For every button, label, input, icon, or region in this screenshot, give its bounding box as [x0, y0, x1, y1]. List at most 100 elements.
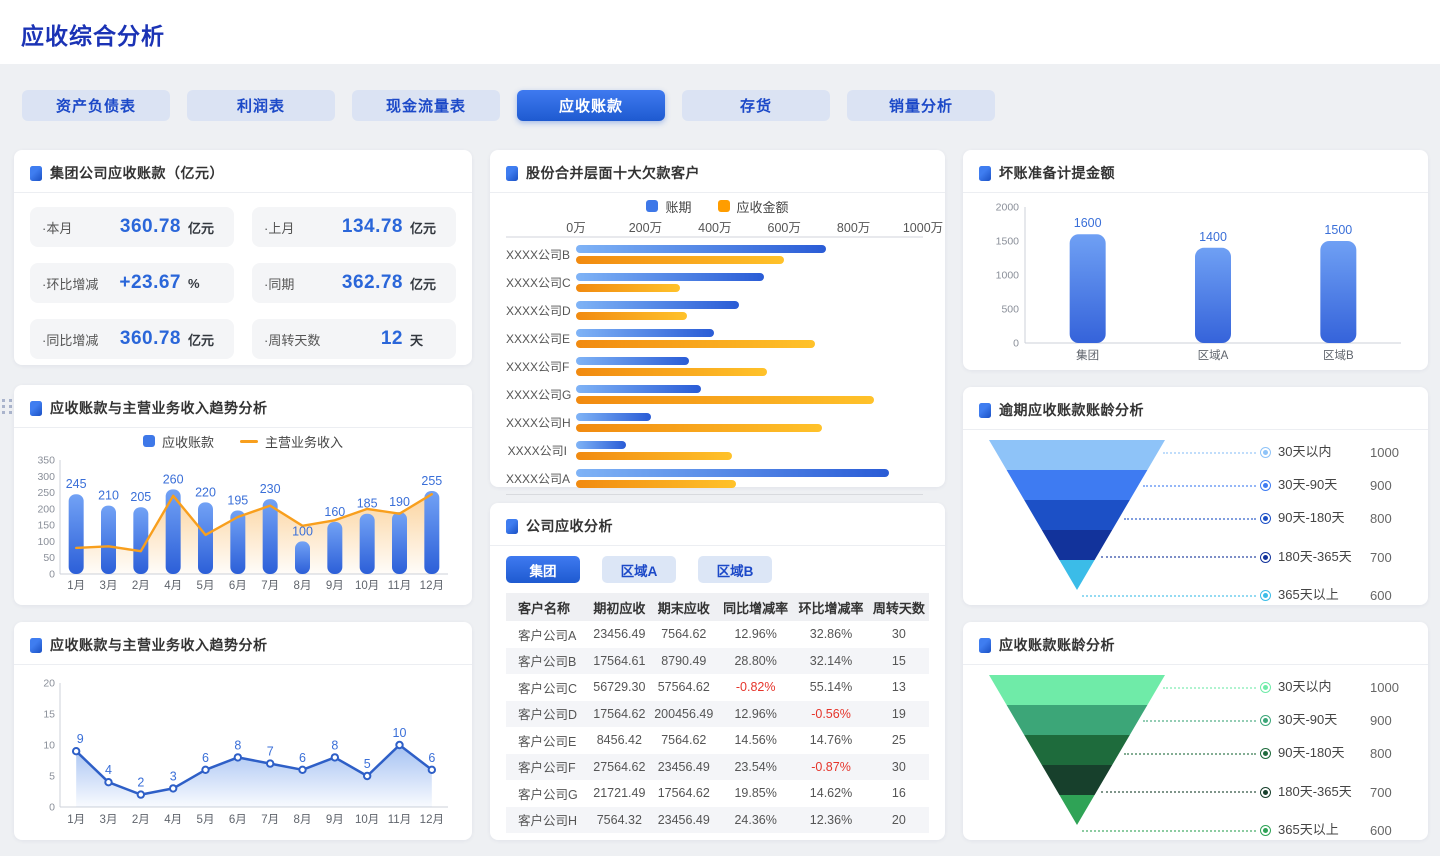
debtors-chart: 0万200万400万600万800万1000万XXXX公司BXXXX公司CXXX… [506, 217, 929, 516]
top-bar: 应收综合分析 [0, 0, 1440, 64]
panel-icon [506, 166, 518, 181]
svg-text:0: 0 [1013, 338, 1019, 350]
debtor-row: XXXX公司E [506, 324, 923, 352]
svg-text:11月: 11月 [388, 580, 411, 592]
trend-combo-chart: 0501001502002503003502452102052602201952… [30, 452, 456, 609]
trend-combo-legend: 应收账款主营业务收入 [30, 430, 456, 452]
svg-text:9月: 9月 [326, 814, 344, 826]
svg-text:210: 210 [98, 489, 119, 503]
table-row: 客户公司B17564.618790.4928.80%32.14%15 [506, 648, 929, 675]
panel-icon [30, 166, 42, 181]
tab-6[interactable]: 销量分析 [847, 90, 995, 121]
svg-text:2: 2 [137, 776, 144, 790]
kpi-grid: ·本月360.78亿元·上月134.78亿元·环比增减+23.67%·同期362… [30, 207, 456, 359]
svg-text:5月: 5月 [197, 814, 215, 826]
panel-provision: 坏账准备计提金额 05001000150020001600集团1400区域A15… [963, 150, 1428, 370]
svg-text:10: 10 [393, 726, 407, 740]
svg-text:7: 7 [267, 745, 274, 759]
svg-text:4月: 4月 [164, 580, 182, 592]
funnel-legend-item: 180天-365天700 [1260, 535, 1410, 579]
region-tab-3[interactable]: 区域B [698, 556, 772, 583]
svg-text:5月: 5月 [197, 580, 215, 592]
svg-text:15: 15 [43, 709, 55, 721]
table-row: 客户公司F27564.6223456.4923.54%-0.87%30 [506, 754, 929, 781]
panel-icon [30, 401, 42, 416]
panel-title: 坏账准备计提金额 [999, 163, 1115, 183]
funnel-legend-item: 90天-180天800 [1260, 737, 1410, 770]
dashboard-page: 应收综合分析 资产负债表利润表现金流量表应收账款存货销量分析 集团公司应收账款（… [0, 0, 1440, 856]
svg-text:7月: 7月 [261, 580, 279, 592]
svg-text:6: 6 [428, 751, 435, 765]
svg-text:220: 220 [195, 485, 216, 499]
svg-text:6月: 6月 [229, 814, 247, 826]
svg-text:4: 4 [105, 763, 112, 777]
svg-text:50: 50 [43, 552, 55, 564]
svg-text:300: 300 [37, 471, 55, 483]
svg-text:6: 6 [299, 751, 306, 765]
svg-text:205: 205 [130, 490, 151, 504]
panel-overdue-funnel: 逾期应收账款账龄分析 30天以内100030天-90天90090天-180天80… [963, 387, 1428, 605]
funnel-legend-item: 180天-365天700 [1260, 770, 1410, 814]
svg-text:200: 200 [37, 503, 55, 515]
svg-text:1500: 1500 [996, 236, 1020, 248]
svg-text:230: 230 [260, 482, 281, 496]
debtors-top-axis: 0万200万400万600万800万1000万 [576, 217, 923, 234]
tab-2[interactable]: 利润表 [187, 90, 335, 121]
table-row: 客户公司G21721.4917564.6219.85%14.62%16 [506, 780, 929, 807]
svg-text:260: 260 [163, 472, 184, 486]
panel-title: 应收账款与主营业务收入趋势分析 [50, 635, 268, 655]
funnel-legend-item: 365天以上600 [1260, 579, 1410, 612]
debtor-row: XXXX公司H [506, 408, 923, 436]
svg-text:160: 160 [324, 505, 345, 519]
panel-top-debtors: 股份合并层面十大欠款客户 账期应收金额 0万200万400万600万800万10… [490, 150, 945, 487]
svg-text:10月: 10月 [355, 814, 379, 826]
table-row: 客户公司A23456.497564.6212.96%32.86%30 [506, 621, 929, 648]
svg-text:150: 150 [37, 520, 55, 532]
trend-line-chart: 0510152094236876851061月3月2月4月5月6月7月8月9月1… [30, 671, 456, 842]
svg-text:5: 5 [49, 771, 55, 783]
provision-chart: 05001000150020001600集团1400区域A1500区域B [979, 195, 1412, 376]
svg-text:6月: 6月 [229, 580, 247, 592]
tab-1[interactable]: 资产负债表 [22, 90, 170, 121]
drag-handle[interactable] [2, 399, 12, 414]
region-tabs: 集团区域A 区域B [506, 556, 929, 583]
svg-text:1000: 1000 [996, 270, 1020, 282]
funnel-legend-item: 90天-180天800 [1260, 502, 1410, 535]
debtors-legend: 账期应收金额 [506, 195, 929, 217]
funnel-legend-item: 30天以内1000 [1260, 436, 1410, 469]
debtor-row: XXXX公司F [506, 352, 923, 380]
funnel-legend-item: 30天以内1000 [1260, 671, 1410, 704]
tab-5[interactable]: 存货 [682, 90, 830, 121]
svg-text:8月: 8月 [294, 580, 312, 592]
svg-text:8月: 8月 [294, 814, 312, 826]
svg-text:350: 350 [37, 455, 55, 467]
table-row: 客户公司C56729.3057564.62-0.82%55.14%13 [506, 674, 929, 701]
page-title: 应收综合分析 [21, 17, 165, 51]
svg-text:245: 245 [66, 477, 87, 491]
svg-text:100: 100 [37, 536, 55, 548]
svg-text:8: 8 [234, 738, 241, 752]
svg-text:3月: 3月 [100, 814, 118, 826]
funnel-legend-item: 365天以上600 [1260, 814, 1410, 847]
svg-text:3: 3 [170, 769, 177, 783]
svg-text:20: 20 [43, 678, 55, 690]
region-tab-1[interactable]: 集团 [506, 556, 580, 583]
debtor-row: XXXX公司G [506, 380, 923, 408]
nav-tabs: 资产负债表利润表现金流量表应收账款存货销量分析 [22, 90, 995, 121]
svg-text:1400: 1400 [1199, 230, 1227, 244]
tab-3[interactable]: 现金流量表 [352, 90, 500, 121]
panel-trend-combo: 应收账款与主营业务收入趋势分析 应收账款主营业务收入 0501001502002… [14, 385, 472, 605]
svg-text:12月: 12月 [420, 580, 444, 592]
svg-text:4月: 4月 [164, 814, 182, 826]
panel-title: 逾期应收账款账龄分析 [999, 400, 1144, 420]
panel-trend-line: 应收账款与主营业务收入趋势分析 0510152094236876851061月3… [14, 622, 472, 840]
svg-text:10: 10 [43, 740, 55, 752]
tab-4[interactable]: 应收账款 [517, 90, 665, 121]
funnel-legend-item: 30天-90天900 [1260, 704, 1410, 737]
region-tab-2[interactable]: 区域A [602, 556, 676, 583]
kpi-card: ·同比增减360.78亿元 [30, 319, 234, 359]
receivable-table: 客户名称期初应收期末应收同比增减率环比增减率周转天数客户公司A23456.497… [506, 593, 929, 833]
table-row: 客户公司E8456.427564.6214.56%14.76%25 [506, 727, 929, 754]
panel-title: 应收账款与主营业务收入趋势分析 [50, 398, 268, 418]
kpi-card: ·本月360.78亿元 [30, 207, 234, 247]
